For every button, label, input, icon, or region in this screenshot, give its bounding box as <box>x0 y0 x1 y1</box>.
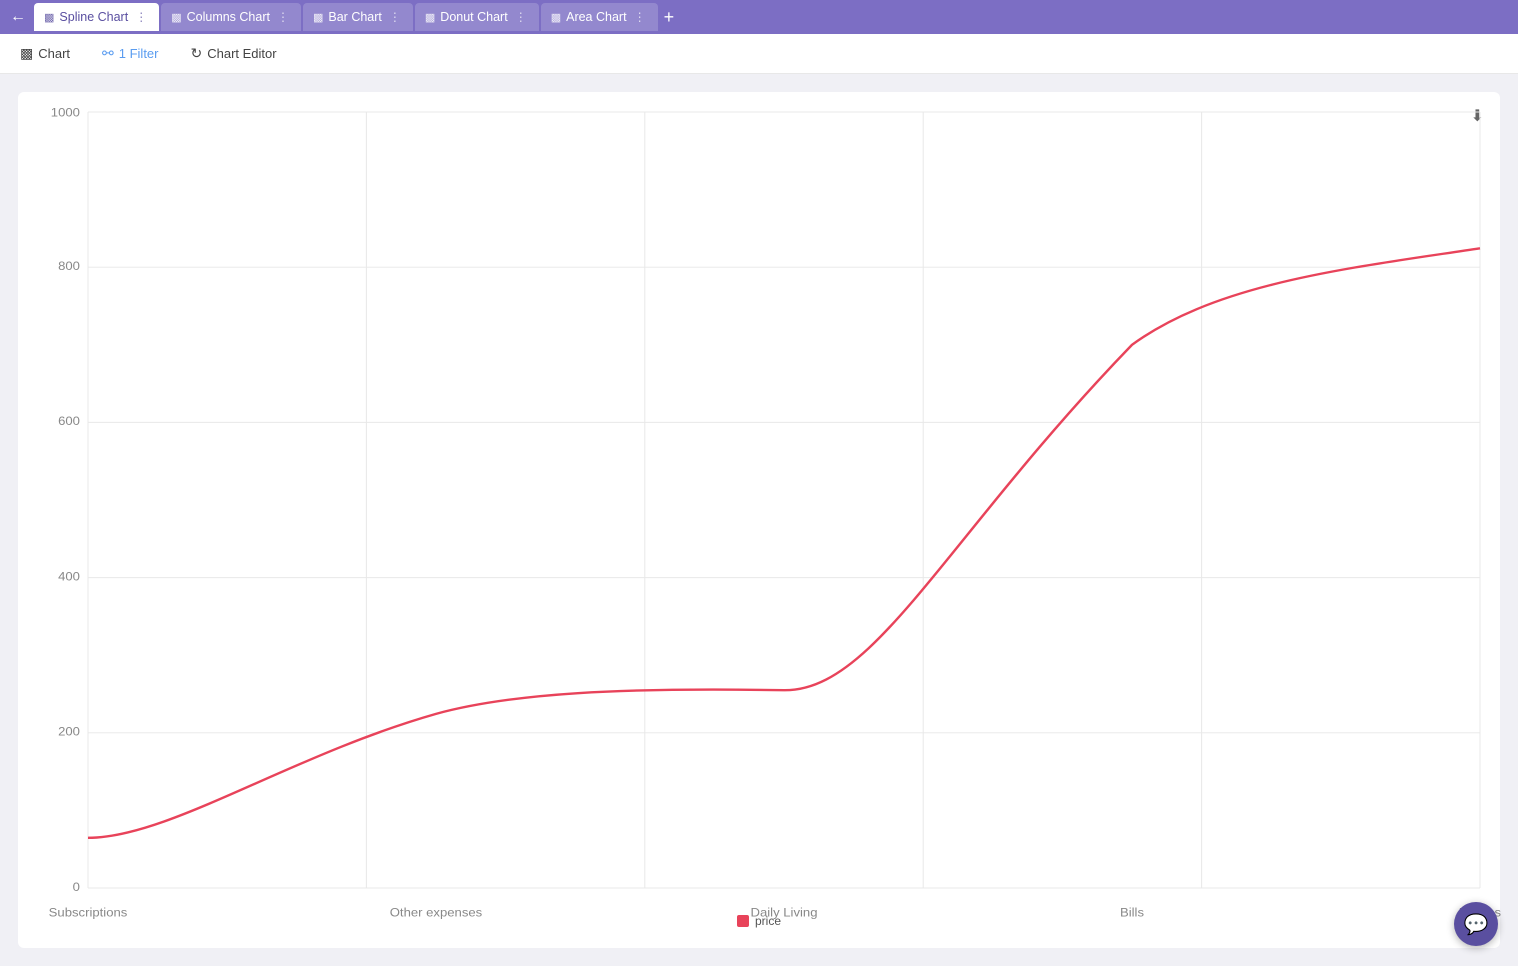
chart-legend: price <box>737 914 781 928</box>
chat-icon: 💬 <box>1464 912 1489 937</box>
toolbar: ▩ Chart ⚯ 1 Filter ↻ Chart Editor <box>0 34 1518 74</box>
svg-text:600: 600 <box>58 414 80 429</box>
svg-text:200: 200 <box>58 724 80 739</box>
tab-bar-label: Bar Chart <box>328 10 382 24</box>
chart-editor-button[interactable]: ↻ Chart Editor <box>183 41 285 66</box>
filter-icon: ⚯ <box>102 45 114 62</box>
tab-columns-label: Columns Chart <box>187 10 270 24</box>
chart-editor-label: Chart Editor <box>207 46 276 61</box>
tab-bar-chart[interactable]: ▩ Bar Chart ⋮ <box>303 3 413 31</box>
spline-chart-svg: 0 200 400 600 800 1000 Subscriptions Oth… <box>88 112 1480 888</box>
chart-editor-icon: ↻ <box>191 45 203 62</box>
donut-chart-icon: ▩ <box>425 11 435 24</box>
tab-donut[interactable]: ▩ Donut Chart ⋮ <box>415 3 539 31</box>
tab-donut-menu[interactable]: ⋮ <box>513 10 529 24</box>
svg-text:Other expenses: Other expenses <box>390 905 483 920</box>
svg-text:Subscriptions: Subscriptions <box>49 905 128 920</box>
svg-text:Bills: Bills <box>1120 905 1144 920</box>
tab-columns-menu[interactable]: ⋮ <box>275 10 291 24</box>
svg-text:0: 0 <box>73 879 80 894</box>
tab-spline[interactable]: ▩ Spline Chart ⋮ <box>34 3 159 31</box>
spline-line <box>88 248 1480 838</box>
svg-text:400: 400 <box>58 569 80 584</box>
tab-area-label: Area Chart <box>566 10 626 24</box>
tab-area-menu[interactable]: ⋮ <box>632 10 648 24</box>
tab-spline-label: Spline Chart <box>59 10 128 24</box>
chart-area: 0 200 400 600 800 1000 Subscriptions Oth… <box>88 112 1480 888</box>
bar-chart-icon: ▩ <box>313 11 323 24</box>
tab-area[interactable]: ▩ Area Chart ⋮ <box>541 3 658 31</box>
spline-chart-icon: ▩ <box>44 11 54 24</box>
chat-button[interactable]: 💬 <box>1454 902 1498 946</box>
tab-bar: ← ▩ Spline Chart ⋮ ▩ Columns Chart ⋮ ▩ B… <box>0 0 1518 34</box>
chart-label: Chart <box>38 46 70 61</box>
chart-button[interactable]: ▩ Chart <box>12 41 78 66</box>
legend-label-price: price <box>755 914 781 928</box>
svg-text:1000: 1000 <box>51 105 80 120</box>
area-chart-icon: ▩ <box>551 11 561 24</box>
chart-container: ⬇ <box>18 92 1500 948</box>
main-content: ⬇ <box>0 74 1518 966</box>
add-tab-button[interactable]: + <box>660 7 679 28</box>
columns-chart-icon: ▩ <box>171 11 181 24</box>
filter-button[interactable]: ⚯ 1 Filter <box>94 41 166 66</box>
svg-text:800: 800 <box>58 258 80 273</box>
chart-icon: ▩ <box>20 45 33 62</box>
tab-bar-menu[interactable]: ⋮ <box>387 10 403 24</box>
filter-label: 1 Filter <box>119 46 159 61</box>
tab-columns[interactable]: ▩ Columns Chart ⋮ <box>161 3 301 31</box>
back-button[interactable]: ← <box>4 8 32 26</box>
tab-donut-label: Donut Chart <box>440 10 507 24</box>
tab-spline-menu[interactable]: ⋮ <box>133 10 149 24</box>
legend-color-price <box>737 915 749 927</box>
